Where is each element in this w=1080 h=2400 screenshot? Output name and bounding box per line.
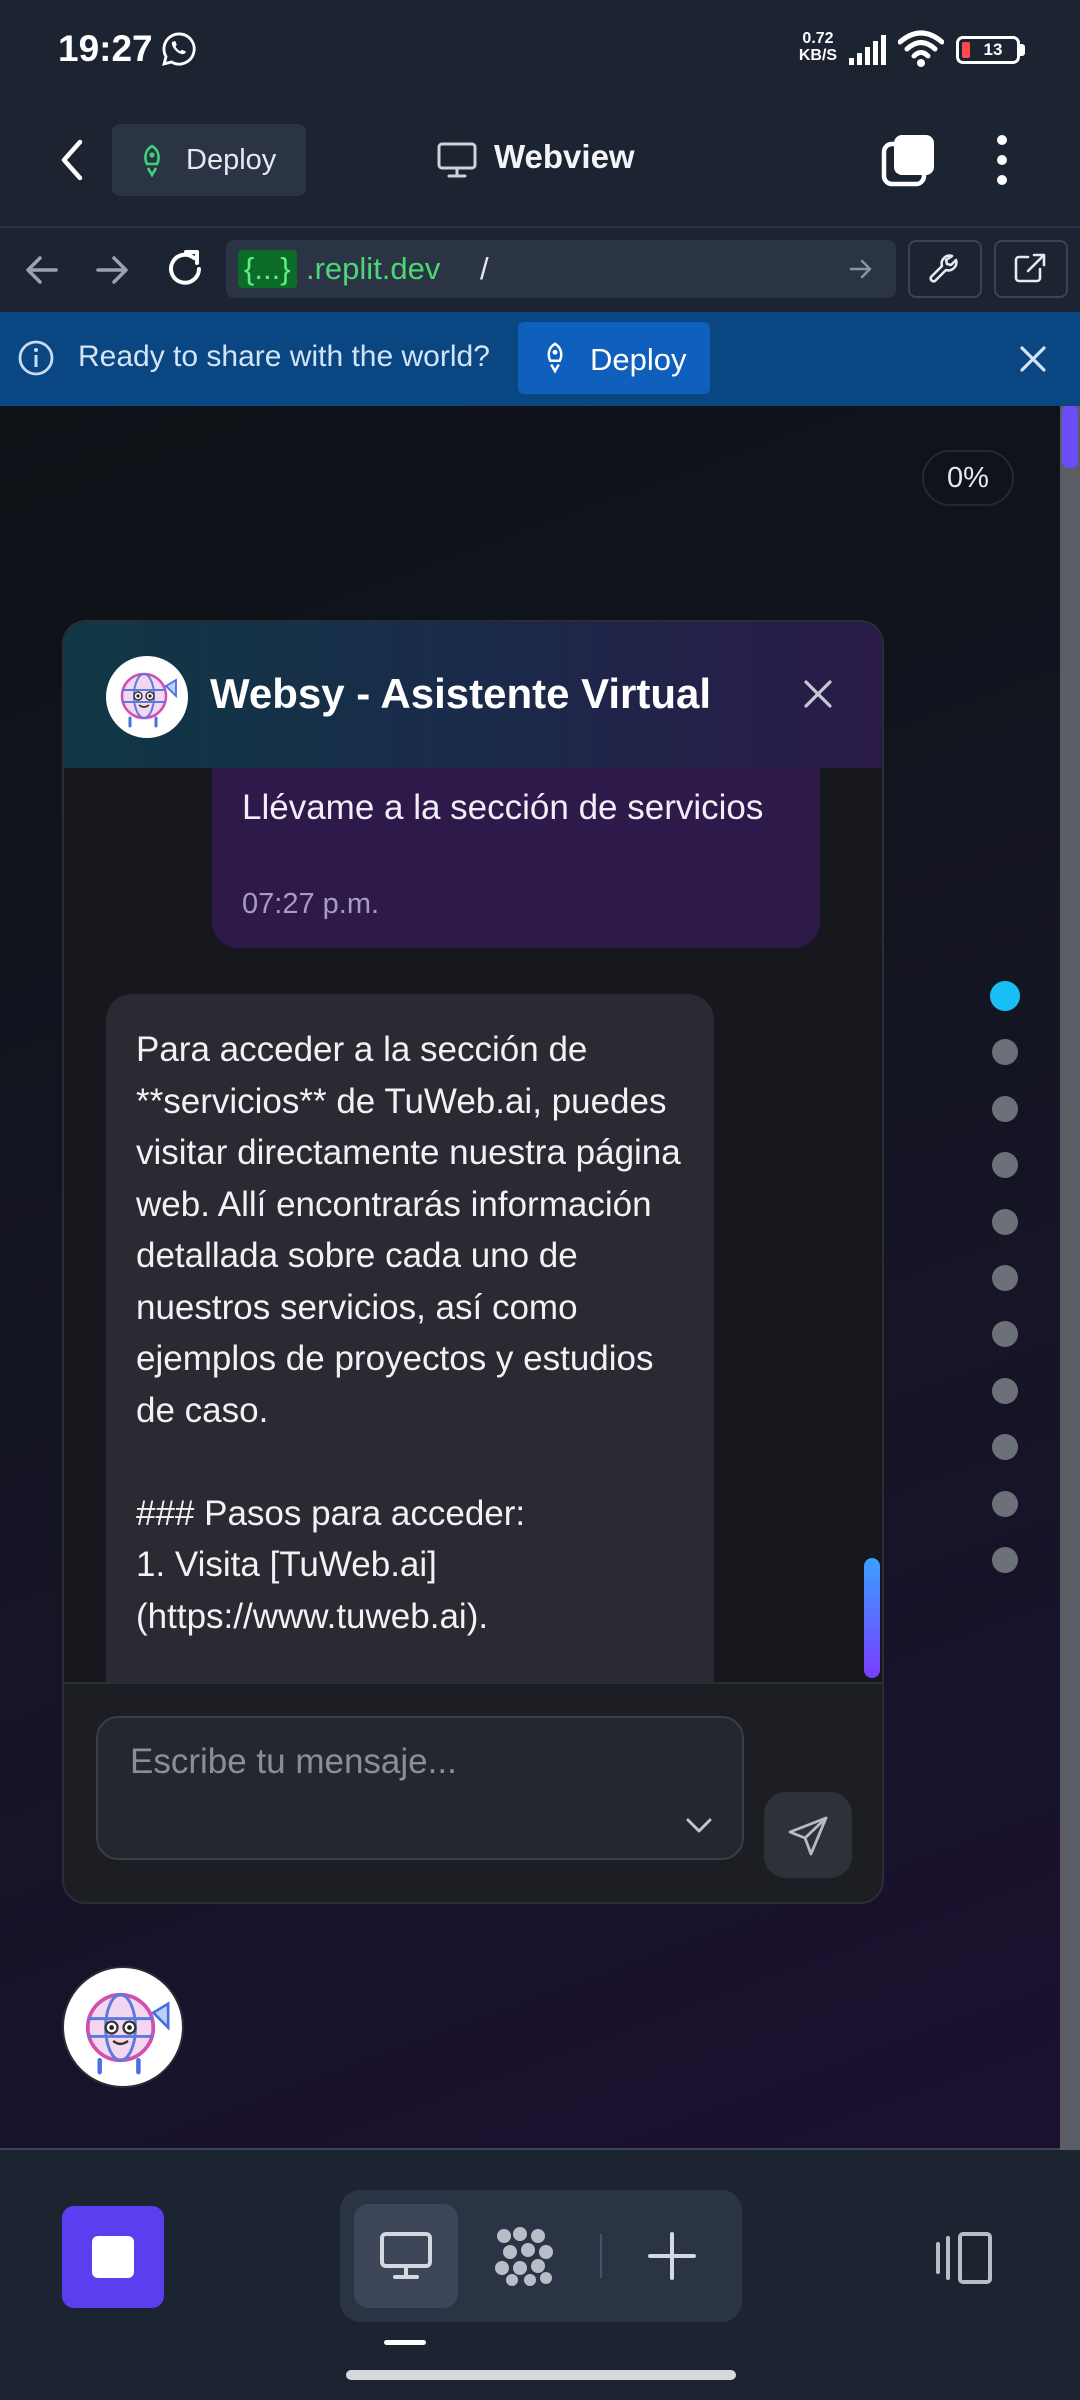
arrow-right-icon[interactable] xyxy=(90,248,134,292)
url-path: / xyxy=(480,251,489,286)
tabs-icon[interactable] xyxy=(880,132,938,188)
user-message-bubble: Llévame a la sección de servicios 07:27 … xyxy=(212,768,820,948)
bot-message-text: Para acceder a la sección de **servicios… xyxy=(136,1030,681,1636)
devtools-button[interactable] xyxy=(908,240,982,298)
wifi-icon xyxy=(898,30,944,67)
page-scrollbar[interactable] xyxy=(1060,406,1080,2150)
page-scrollbar-thumb[interactable] xyxy=(1062,406,1078,468)
banner-text: Ready to share with the world? xyxy=(78,340,490,373)
section-dot[interactable] xyxy=(990,981,1020,1011)
network-speed: 0.72 KB/S xyxy=(796,30,840,64)
panel-toggle-icon[interactable] xyxy=(934,2230,996,2286)
signal-icon xyxy=(849,35,886,65)
user-message-time: 07:27 p.m. xyxy=(242,888,380,920)
message-input[interactable]: Escribe tu mensaje... xyxy=(96,1716,744,1860)
section-dot[interactable] xyxy=(992,1434,1018,1461)
section-dot[interactable] xyxy=(992,1265,1018,1291)
network-speed-value: 0.72 xyxy=(802,30,834,47)
reload-icon[interactable] xyxy=(162,246,208,292)
deploy-chip-button[interactable]: Deploy xyxy=(112,124,306,196)
url-field[interactable]: {...} .replit.dev / xyxy=(226,240,896,298)
deploy-banner: Ready to share with the world? Deploy xyxy=(0,312,1080,406)
chat-window: Websy - Asistente Virtual Llévame a la s… xyxy=(62,620,884,1904)
view-switcher xyxy=(340,2190,742,2322)
tab-webview[interactable] xyxy=(354,2204,458,2308)
scroll-percent-badge: 0% xyxy=(922,450,1014,506)
section-dot[interactable] xyxy=(992,1152,1018,1179)
battery-tip xyxy=(1020,44,1025,56)
info-icon xyxy=(18,340,54,376)
switcher-divider xyxy=(600,2234,602,2278)
chat-messages[interactable]: Llévame a la sección de servicios 07:27 … xyxy=(64,768,882,1682)
section-dot[interactable] xyxy=(992,1377,1018,1404)
battery-indicator: 13 xyxy=(956,36,1020,64)
deploy-icon xyxy=(144,144,160,178)
assistant-avatar xyxy=(106,656,188,738)
close-icon[interactable] xyxy=(1014,340,1052,378)
section-dot[interactable] xyxy=(992,1095,1018,1122)
deploy-chip-label: Deploy xyxy=(186,144,277,176)
url-domain: .replit.dev xyxy=(306,251,441,286)
monitor-icon xyxy=(437,142,477,178)
deploy-icon xyxy=(547,342,563,374)
grid-dots-icon[interactable] xyxy=(492,2224,556,2288)
banner-deploy-label: Deploy xyxy=(590,342,687,377)
chat-input-area: Escribe tu mensaje... xyxy=(64,1682,882,1902)
wrench-icon xyxy=(929,254,958,283)
banner-deploy-button[interactable]: Deploy xyxy=(518,322,710,394)
chat-scrollbar-thumb[interactable] xyxy=(864,1558,880,1678)
chat-title: Websy - Asistente Virtual xyxy=(210,670,712,717)
section-dot[interactable] xyxy=(992,1208,1018,1235)
back-icon[interactable] xyxy=(52,136,92,184)
plus-icon[interactable] xyxy=(646,2230,698,2282)
page-title: Webview xyxy=(494,138,635,175)
send-icon xyxy=(788,1816,828,1856)
status-time: 19:27 xyxy=(58,28,153,69)
home-indicator[interactable] xyxy=(346,2370,736,2380)
open-external-button[interactable] xyxy=(994,240,1068,298)
battery-level: 13 xyxy=(983,40,1003,59)
monitor-icon xyxy=(380,2232,432,2279)
globe-mascot-icon xyxy=(85,1992,170,2075)
whatsapp-icon xyxy=(162,32,196,66)
send-button[interactable] xyxy=(764,1792,852,1878)
url-brace-badge: {...} xyxy=(238,250,297,288)
more-icon[interactable] xyxy=(982,132,1022,188)
active-tab-indicator xyxy=(384,2340,426,2345)
bot-message-bubble: Para acceder a la sección de **servicios… xyxy=(106,994,714,1682)
close-icon[interactable] xyxy=(798,674,838,714)
network-speed-unit: KB/S xyxy=(798,47,838,64)
chevron-down-icon[interactable] xyxy=(682,1814,716,1838)
stop-button[interactable] xyxy=(62,2206,164,2308)
message-input-placeholder: Escribe tu mensaje... xyxy=(130,1742,457,1781)
stop-icon xyxy=(92,2236,134,2278)
chat-launcher-avatar[interactable] xyxy=(62,1966,184,2088)
user-message-text: Llévame a la sección de servicios xyxy=(242,788,764,827)
arrow-left-icon[interactable] xyxy=(20,248,64,292)
section-dot[interactable] xyxy=(992,1547,1018,1573)
battery-fill xyxy=(962,42,970,58)
external-link-icon xyxy=(1014,253,1046,283)
globe-mascot-icon xyxy=(120,672,177,728)
chat-header: Websy - Asistente Virtual xyxy=(64,622,882,768)
arrow-right-icon[interactable] xyxy=(846,254,876,284)
section-dot[interactable] xyxy=(992,1490,1018,1517)
